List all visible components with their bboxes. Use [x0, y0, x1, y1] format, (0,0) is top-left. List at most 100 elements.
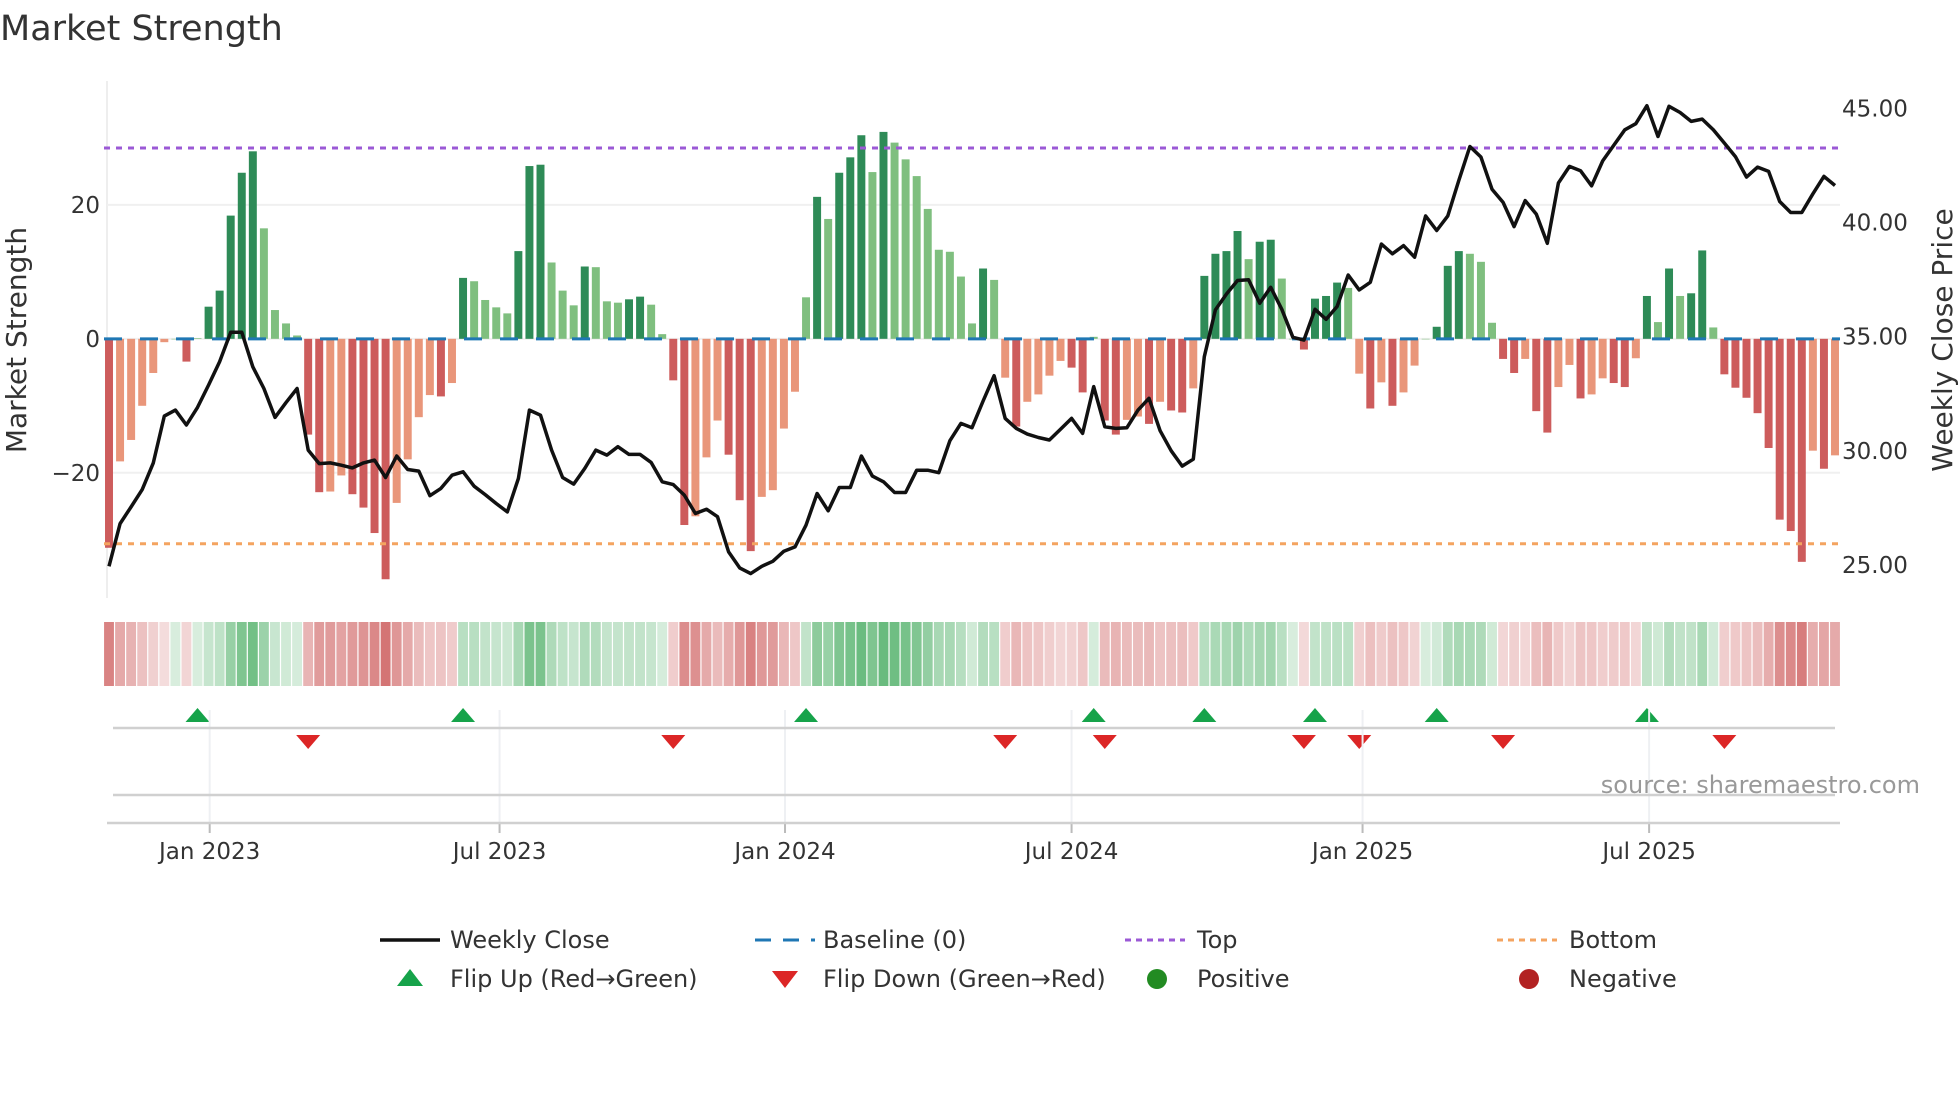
strength-bar — [204, 306, 213, 339]
strip-cell — [956, 622, 966, 686]
strip-cell — [1199, 622, 1210, 686]
strip-cell — [1819, 622, 1829, 686]
x-axis: Jan 2023 Jul 2023 Jan 2024 Jul 2024 Jan 2025… — [107, 710, 1840, 865]
strength-bar — [481, 299, 490, 339]
strength-bar — [1764, 338, 1773, 448]
strength-bar — [1786, 338, 1795, 532]
strip-cell — [801, 622, 811, 686]
strength-bar — [558, 290, 567, 339]
strength-bar — [724, 338, 733, 455]
strip-cell — [524, 622, 535, 686]
strength-bar — [160, 338, 169, 343]
y2-tick-label: 45.00 — [1842, 96, 1908, 122]
strength-bar — [824, 218, 833, 339]
strip-cell — [1188, 622, 1199, 686]
legend-label: Flip Up (Red→Green) — [450, 965, 698, 993]
strip-cell — [303, 622, 314, 686]
strip-cell — [1265, 622, 1276, 686]
strength-bar — [149, 338, 158, 373]
x-tick-label: Jan 2024 — [732, 839, 835, 865]
strength-bar — [757, 338, 766, 497]
strip-cell — [1531, 622, 1542, 686]
strength-bar — [105, 338, 113, 548]
strip-cell — [834, 622, 845, 686]
y-axis-label: Market Strength — [0, 227, 33, 453]
y-tick-label: 20 — [71, 193, 100, 219]
strip-cell — [1022, 622, 1033, 686]
strip-cell — [1177, 622, 1188, 686]
strip-cell — [1785, 622, 1796, 686]
strip-cell — [1409, 622, 1420, 686]
strip-cell — [480, 622, 491, 686]
strip-cell — [635, 622, 646, 686]
strip-cell — [1066, 622, 1077, 686]
market-strength-chart: Market Strength Market Strength Weekly C… — [0, 9, 1959, 993]
strength-bar — [813, 196, 822, 339]
legend-label: Baseline (0) — [823, 926, 966, 954]
triangle-down-icon — [772, 971, 798, 988]
strip-cell — [1254, 622, 1265, 686]
strip-cell — [535, 622, 546, 686]
strip-cell — [944, 622, 955, 686]
strip-cell — [579, 622, 590, 686]
strip-cell — [126, 622, 137, 686]
strength-bar — [1797, 338, 1806, 562]
strip-cell — [1232, 622, 1243, 686]
chart-title: Market Strength — [0, 9, 283, 49]
strip-cell — [1155, 622, 1166, 686]
strip-cell — [270, 622, 280, 686]
strip-cell — [734, 622, 745, 686]
strength-bar — [226, 215, 235, 339]
strength-bar — [1178, 338, 1187, 413]
strip-cell — [1420, 622, 1431, 686]
strength-bar — [879, 131, 888, 339]
strength-bar — [1620, 338, 1629, 388]
flip-up-marker — [794, 708, 819, 722]
strength-bar — [1587, 338, 1596, 395]
strip-cell — [1133, 622, 1143, 686]
strength-bar — [1565, 338, 1574, 365]
strength-bar — [1023, 338, 1032, 402]
flip-down-marker — [1347, 735, 1372, 749]
strip-cell — [978, 622, 988, 686]
strength-bar — [901, 159, 910, 339]
strength-bar — [1476, 261, 1485, 339]
strip-cell — [679, 622, 690, 686]
x-tick-label: Jul 2025 — [1600, 839, 1696, 865]
strip-cell — [214, 622, 225, 686]
strength-bar — [1720, 338, 1729, 375]
strength-bar — [370, 338, 379, 534]
strength-bar — [1642, 295, 1651, 339]
strength-bar — [1709, 327, 1718, 339]
circle-icon — [1519, 969, 1539, 989]
strip-cell — [767, 622, 778, 686]
strength-bar — [968, 323, 976, 339]
y-tick-label: −20 — [51, 461, 100, 487]
strip-cell — [336, 622, 347, 686]
strength-bar — [802, 297, 811, 339]
flip-up-marker — [1081, 708, 1106, 722]
strip-cell — [1365, 622, 1376, 686]
strength-bar — [1443, 265, 1452, 339]
strength-bar — [691, 338, 700, 517]
y-tick-label: 0 — [85, 327, 100, 353]
strip-cell — [1210, 622, 1221, 686]
strip-cell — [1376, 622, 1387, 686]
strip-cell — [1664, 622, 1674, 686]
strength-bar — [1167, 338, 1176, 411]
strength-bar — [1122, 338, 1131, 420]
strip-cell — [1719, 622, 1730, 686]
strip-cell — [1033, 622, 1044, 686]
strip-cell — [723, 622, 734, 686]
strength-bar — [912, 176, 921, 339]
strength-bar — [1731, 338, 1740, 388]
y2-tick-label: 40.00 — [1842, 211, 1908, 237]
strength-bar — [890, 142, 899, 339]
strength-bar — [470, 281, 479, 339]
strength-bar — [1067, 338, 1076, 368]
strip-cell — [1796, 622, 1807, 686]
y2-axis-label: Weekly Close Price — [1926, 208, 1959, 471]
strength-bar — [282, 323, 291, 339]
legend-item-positive: Positive — [1147, 965, 1290, 993]
strip-cell — [1675, 622, 1686, 686]
